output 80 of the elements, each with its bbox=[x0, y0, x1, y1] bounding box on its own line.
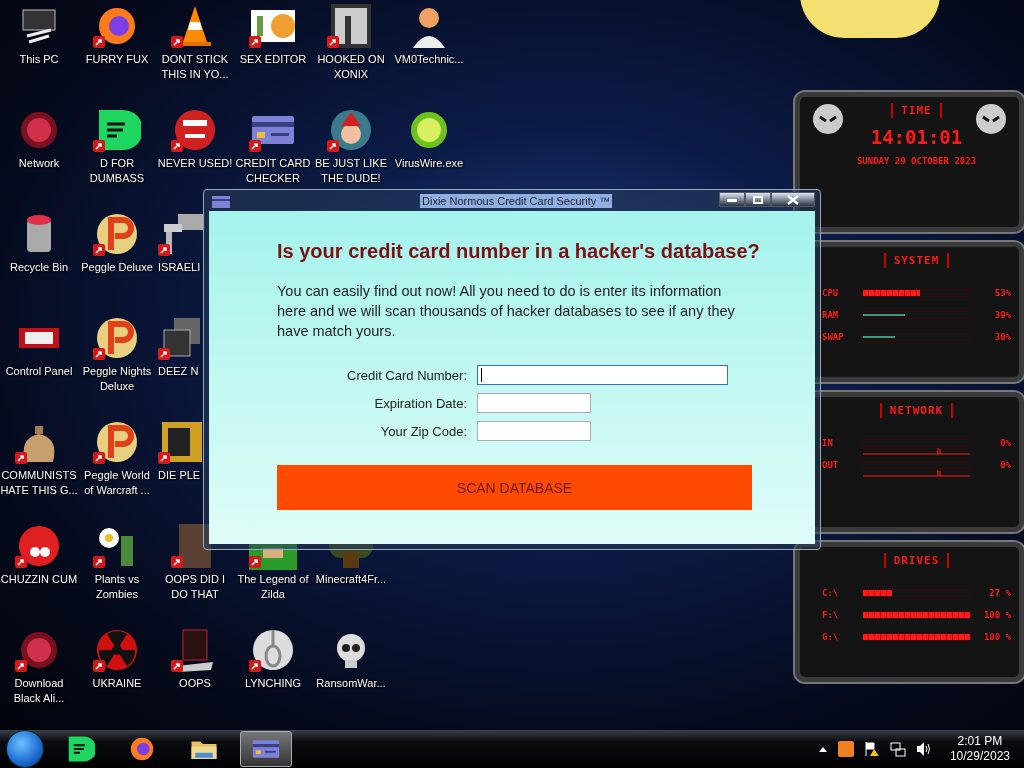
field-label: Credit Card Number: bbox=[346, 367, 467, 383]
meter-reading: 30% bbox=[993, 332, 1011, 342]
desktop-icon-label[interactable]: Control Panel bbox=[0, 364, 78, 379]
desktop-icon-label[interactable]: FURRY FUX bbox=[78, 52, 156, 67]
desktop-icon-label[interactable]: Peggle Nights Deluxe bbox=[78, 364, 156, 394]
caret-up-icon[interactable] bbox=[817, 745, 828, 753]
panel-title: TIME bbox=[891, 103, 942, 118]
input-field[interactable] bbox=[477, 421, 591, 441]
desktop-icon-label[interactable]: BE JUST LIKE THE DUDE! bbox=[312, 156, 390, 186]
desktop-icon-label[interactable]: RansomWar... bbox=[312, 676, 390, 691]
start-button[interactable] bbox=[6, 730, 44, 768]
desktop-icon-label[interactable]: Network bbox=[0, 156, 78, 171]
field-label: Expiration Date: bbox=[373, 395, 467, 411]
meter-reading: 27 % bbox=[988, 588, 1011, 598]
desktop-icon-label[interactable]: Plants vs Zombies bbox=[78, 572, 156, 602]
window-title: Dixie Normous Credit Card Security ™ bbox=[420, 193, 613, 208]
desktop-icon-label[interactable]: Download Black Ali... bbox=[0, 676, 78, 706]
desktop-icon-label[interactable]: Peggle Deluxe bbox=[78, 260, 156, 275]
desktop-icon-label[interactable]: The Legend of Zilda bbox=[234, 572, 312, 602]
maximize-button[interactable] bbox=[745, 192, 771, 207]
meter-reading: 100 % bbox=[982, 632, 1011, 642]
desktop-icon-label[interactable]: DIE PLE bbox=[158, 468, 201, 483]
taskbar-time[interactable]: 2:01 PM bbox=[957, 734, 1003, 749]
page-heading: Is your credit card number in a hacker's database? bbox=[277, 239, 760, 263]
clock-time: 14:01:01 bbox=[870, 126, 963, 148]
desktop-icon-label[interactable]: DEEZ N bbox=[158, 364, 199, 379]
network-icon[interactable] bbox=[889, 741, 906, 757]
meter-label: IN bbox=[822, 438, 834, 448]
desktop-icon-label[interactable]: OOPS DID I DO THAT bbox=[156, 572, 234, 602]
warning-flag-icon[interactable] bbox=[863, 741, 880, 757]
desktop-icon-label[interactable]: D FOR DUMBASS bbox=[78, 156, 156, 186]
meter-label: F:\ bbox=[822, 610, 840, 620]
desktop-icon-label[interactable]: LYNCHING bbox=[234, 676, 312, 691]
clock-date: SUNDAY 29 OCTOBER 2023 bbox=[856, 156, 977, 166]
meter-reading: 100 % bbox=[982, 610, 1011, 620]
panel-title: DRIVES bbox=[883, 553, 950, 568]
desktop-icon-label[interactable]: HOOKED ON XONIX bbox=[312, 52, 390, 82]
desktop-icon-label[interactable]: Recycle Bin bbox=[0, 260, 78, 275]
desktop-icon-label[interactable]: CREDIT CARD CHECKER bbox=[234, 156, 312, 186]
meter-reading: 0% bbox=[999, 460, 1011, 470]
meter-reading: 0% bbox=[999, 438, 1011, 448]
field-label: Your Zip Code: bbox=[379, 423, 467, 439]
desktop-icon-label[interactable]: CHUZZIN CUM bbox=[0, 572, 78, 587]
desktop-icon-label[interactable]: COMMUNISTS HATE THIS G... bbox=[0, 468, 78, 498]
desktop-icon-label[interactable]: VirusWire.exe bbox=[390, 156, 468, 171]
meter-reading: 53% bbox=[993, 288, 1011, 298]
alien-head-icon bbox=[975, 103, 1007, 135]
panel-title: SYSTEM bbox=[883, 253, 950, 268]
credit-card-icon bbox=[212, 195, 230, 208]
desktop-icon-label[interactable]: SEX EDITOR bbox=[234, 52, 312, 67]
meter-label: C:\ bbox=[822, 588, 840, 598]
desktop-icon-label[interactable]: NEVER USED! bbox=[156, 156, 234, 171]
desktop-icon-label[interactable]: Peggle World of Warcraft ... bbox=[78, 468, 156, 498]
desktop-icon-label[interactable]: This PC bbox=[0, 52, 78, 67]
desktop-icon-label[interactable]: DONT STICK THIS IN YO... bbox=[156, 52, 234, 82]
tray-app-icon[interactable] bbox=[837, 741, 854, 757]
panel-title: NETWORK bbox=[879, 403, 954, 418]
desktop-icon-label[interactable]: VM0Technic... bbox=[390, 52, 468, 67]
alien-head-icon bbox=[812, 103, 844, 135]
speaker-icon[interactable] bbox=[915, 741, 932, 757]
meter-label: SWAP bbox=[822, 332, 845, 342]
meter-reading: 39% bbox=[993, 310, 1011, 320]
input-field[interactable] bbox=[477, 365, 728, 385]
intro-paragraph: You can easily find out now! All you need to do is enter its information here and we will scan thousands of hacker databases to see if any they have match yours. bbox=[277, 282, 736, 341]
close-button[interactable] bbox=[771, 192, 815, 207]
input-field[interactable] bbox=[477, 393, 591, 413]
minimize-button[interactable] bbox=[719, 192, 745, 207]
maximize-icon bbox=[753, 195, 763, 204]
desktop-icon-label[interactable]: OOPS bbox=[156, 676, 234, 691]
desktop-icon-label[interactable]: Minecraft4Fr... bbox=[312, 572, 390, 587]
minimize-icon bbox=[727, 197, 737, 202]
meter-label: RAM bbox=[822, 310, 840, 320]
desktop-icon-label[interactable]: ISRAELI bbox=[158, 260, 201, 275]
desktop-icon-label[interactable]: UKRAINE bbox=[78, 676, 156, 691]
scan-database-button[interactable]: SCAN DATABASE bbox=[277, 465, 752, 510]
close-icon bbox=[787, 194, 799, 205]
taskbar-date[interactable]: 10/29/2023 bbox=[949, 749, 1010, 764]
meter-label: OUT bbox=[822, 460, 840, 470]
meter-label: CPU bbox=[822, 288, 840, 298]
meter-label: G:\ bbox=[822, 632, 840, 642]
